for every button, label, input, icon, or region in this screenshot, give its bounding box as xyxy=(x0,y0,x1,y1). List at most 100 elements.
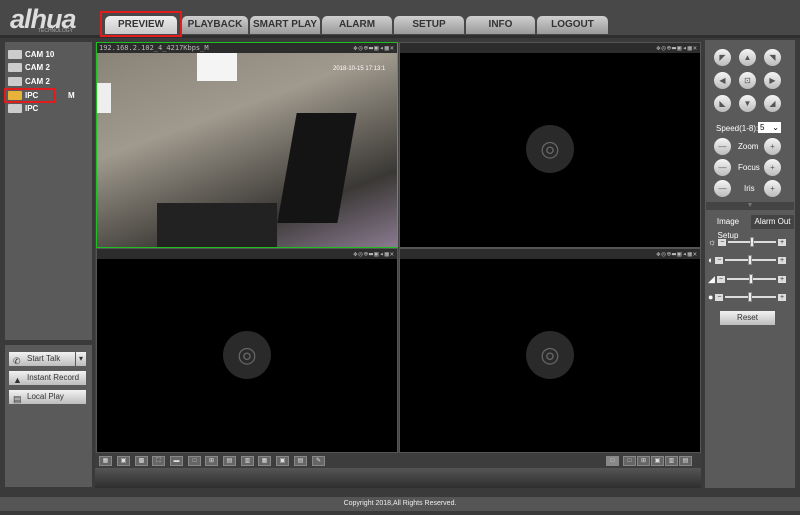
talk-dropdown-button[interactable]: ▾ xyxy=(76,352,86,366)
osd-timestamp: 2018-10-15 17:13:1 xyxy=(333,66,386,72)
chevron-down-icon: ⌄ xyxy=(772,123,779,132)
pane-header: ✥◎⊕▬▣◂▦✕ xyxy=(97,249,397,259)
window-9-icon[interactable]: ▥ xyxy=(665,456,678,466)
window-6-icon[interactable]: ▣ xyxy=(651,456,664,466)
decrease-button[interactable]: − xyxy=(715,293,724,301)
video-pane-4[interactable]: ✥◎⊕▬▣◂▦✕ ◎ xyxy=(399,248,701,453)
reset-button[interactable]: Reset xyxy=(720,311,775,325)
increase-button[interactable]: + xyxy=(778,238,786,246)
layout-13-icon[interactable]: ▣ xyxy=(276,456,289,466)
stream-info: 192.168.2.102_4_4217Kbps_M xyxy=(99,44,209,52)
increase-button[interactable]: + xyxy=(778,256,786,264)
instant-record-button[interactable]: ▲ Instant Record xyxy=(9,371,86,385)
tab-smart-play[interactable]: SMART PLAY xyxy=(250,16,320,34)
collapse-ptz-toggle[interactable]: ▼ xyxy=(706,202,794,210)
pane-controls-icons[interactable]: ✥◎⊕▬▣◂▦✕ xyxy=(353,249,395,259)
decrease-button[interactable]: − xyxy=(715,256,724,264)
layout-4-icon[interactable]: ⊞ xyxy=(205,456,218,466)
ptz-zoom-area-button[interactable]: ⊡ xyxy=(739,72,756,89)
no-video-camera-icon: ◎ xyxy=(526,125,574,173)
focus-plus-button[interactable]: + xyxy=(764,159,781,176)
window-4-icon[interactable]: ⊞ xyxy=(637,456,650,466)
layout-16-icon[interactable]: ▤ xyxy=(294,456,307,466)
tab-logout[interactable]: LOGOUT xyxy=(537,16,608,34)
device-label: IPC xyxy=(25,104,39,113)
device-cam-2[interactable]: CAM 2 xyxy=(8,63,50,72)
tab-alarm-out[interactable]: Alarm Out xyxy=(751,215,794,229)
window-single-icon[interactable]: □ xyxy=(623,456,636,466)
slider-handle[interactable] xyxy=(749,237,754,247)
instant-record-label: Instant Record xyxy=(27,373,80,382)
start-talk-button[interactable]: ✆ Start Talk xyxy=(9,352,75,366)
camera-icon xyxy=(8,104,22,113)
tab-preview[interactable]: PREVIEW xyxy=(105,16,177,34)
ptz-up-left-button[interactable]: ◤ xyxy=(714,49,731,66)
ptz-right-button[interactable]: ▶ xyxy=(764,72,781,89)
brightness-slider[interactable]: ☼ − + xyxy=(708,236,786,248)
device-tree-panel xyxy=(5,42,92,340)
local-play-label: Local Play xyxy=(27,392,64,401)
zoom-label: Zoom xyxy=(738,142,759,151)
tab-info[interactable]: INFO xyxy=(466,16,535,34)
focus-minus-button[interactable]: — xyxy=(714,159,731,176)
ptz-down-button[interactable]: ▼ xyxy=(739,95,756,112)
device-label: CAM 2 xyxy=(25,77,50,86)
camera-feed: 2018-10-15 17:13:1 xyxy=(97,53,397,247)
film-icon: ▤ xyxy=(13,394,22,404)
saturation-slider[interactable]: ◢ − + xyxy=(708,273,786,285)
window-1-icon[interactable]: □ xyxy=(606,456,619,466)
layout-8-icon[interactable]: ▥ xyxy=(241,456,254,466)
video-pane-2[interactable]: ✥◎⊕▬▣◂▦✕ ◎ xyxy=(399,42,701,248)
pane-header: ✥◎⊕▬▣◂▦✕ xyxy=(400,43,700,53)
edit-icon[interactable]: ✎ xyxy=(312,456,325,466)
ptz-up-button[interactable]: ▲ xyxy=(739,49,756,66)
layout-1-icon[interactable]: □ xyxy=(188,456,201,466)
device-cam-2b[interactable]: CAM 2 xyxy=(8,77,50,86)
tab-alarm[interactable]: ALARM xyxy=(322,16,392,34)
tab-playback[interactable]: PLAYBACK xyxy=(182,16,248,34)
increase-button[interactable]: + xyxy=(778,275,786,283)
highlight-box xyxy=(4,88,55,103)
ptz-down-right-button[interactable]: ◢ xyxy=(764,95,781,112)
layout-6-icon[interactable]: ▤ xyxy=(223,456,236,466)
start-talk-label: Start Talk xyxy=(27,354,61,363)
slider-handle[interactable] xyxy=(748,292,753,302)
pane-controls-icons[interactable]: ✥◎⊕▬▣◂▦✕ xyxy=(656,249,698,259)
original-size-icon[interactable]: ▣ xyxy=(117,456,130,466)
speed-select[interactable]: 5 ⌄ xyxy=(758,122,781,133)
fullscreen-icon[interactable]: ⛶ xyxy=(152,456,165,466)
slider-handle[interactable] xyxy=(749,274,753,284)
iris-minus-button[interactable]: — xyxy=(714,180,731,197)
phone-icon: ✆ xyxy=(13,356,21,366)
stream-bar-icon[interactable]: ▬ xyxy=(170,456,183,466)
ptz-down-left-button[interactable]: ◣ xyxy=(714,95,731,112)
contrast-slider[interactable]: ◐ − + xyxy=(708,254,786,266)
iris-plus-button[interactable]: + xyxy=(764,180,781,197)
tab-setup[interactable]: SETUP xyxy=(394,16,464,34)
scale-icon[interactable]: ▦ xyxy=(99,456,112,466)
decrease-button[interactable]: − xyxy=(716,275,725,283)
fluency-icon[interactable]: ▩ xyxy=(135,456,148,466)
tab-image-setup[interactable]: Image Setup xyxy=(706,215,750,240)
layout-9-icon[interactable]: ▦ xyxy=(258,456,271,466)
ptz-up-right-button[interactable]: ◥ xyxy=(764,49,781,66)
video-pane-1[interactable]: 192.168.2.102_4_4217Kbps_M ✥◎⊕▬▣◂▦✕ 2018-… xyxy=(96,42,398,248)
device-label: CAM 10 xyxy=(25,50,55,59)
speed-value: 5 xyxy=(760,123,765,132)
decrease-button[interactable]: − xyxy=(718,238,727,246)
ptz-left-button[interactable]: ◀ xyxy=(714,72,731,89)
slider-handle[interactable] xyxy=(748,255,753,265)
increase-button[interactable]: + xyxy=(778,293,786,301)
device-cam-10[interactable]: CAM 10 xyxy=(8,50,54,59)
device-ipc-2[interactable]: IPC xyxy=(8,104,38,113)
window-16-icon[interactable]: ▤ xyxy=(679,456,692,466)
local-play-button[interactable]: ▤ Local Play xyxy=(9,390,86,404)
pane-controls-icons[interactable]: ✥◎⊕▬▣◂▦✕ xyxy=(656,43,698,53)
pane-controls-icons[interactable]: ✥◎⊕▬▣◂▦✕ xyxy=(353,43,395,53)
hue-slider[interactable]: ● − + xyxy=(708,291,786,303)
zoom-in-button[interactable]: + xyxy=(764,138,781,155)
iris-label: Iris xyxy=(744,184,755,193)
camera-icon xyxy=(8,63,22,72)
video-pane-3[interactable]: ✥◎⊕▬▣◂▦✕ ◎ xyxy=(96,248,398,453)
zoom-out-button[interactable]: — xyxy=(714,138,731,155)
